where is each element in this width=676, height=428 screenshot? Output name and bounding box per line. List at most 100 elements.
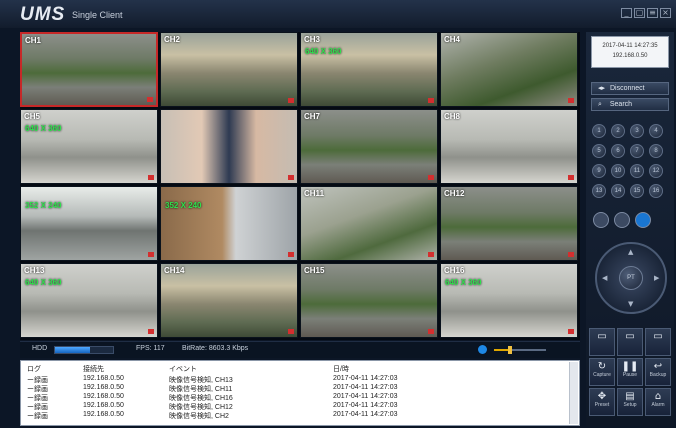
- camera-tile[interactable]: CH15: [300, 263, 438, 338]
- channel-3-button[interactable]: ▭: [645, 328, 671, 356]
- backup-icon: ↩: [653, 361, 663, 372]
- channel-1-button[interactable]: ▭: [589, 328, 615, 356]
- channel-button[interactable]: 1: [592, 124, 606, 138]
- layout-4-icon[interactable]: [593, 212, 609, 228]
- layout-9-icon[interactable]: [614, 212, 630, 228]
- channel-button[interactable]: 15: [630, 184, 644, 198]
- minimize-icon[interactable]: _: [621, 8, 632, 18]
- search-label: Search: [609, 101, 633, 108]
- camera-tile[interactable]: CH14: [160, 263, 298, 338]
- resolution-label: 640 X 360: [25, 124, 62, 133]
- log-cell-datetime: 2017-04-11 14:27:03: [333, 393, 398, 400]
- resolution-label: 352 X 240: [25, 201, 62, 210]
- camera-tile[interactable]: 352 X 240: [20, 186, 158, 261]
- camera-tile[interactable]: CH2: [160, 32, 298, 107]
- control-panel: 2017-04-11 14:27:35 192.168.0.50 ◂▸ Disc…: [586, 32, 674, 426]
- channel-button[interactable]: 11: [630, 164, 644, 178]
- backup-button[interactable]: ↩ Backup: [645, 358, 671, 386]
- pause-label: Pause: [622, 372, 638, 378]
- channel-label: CH12: [444, 189, 465, 198]
- setup-button[interactable]: ▤ Setup: [617, 388, 643, 416]
- resolution-label: 640 X 360: [445, 278, 482, 287]
- status-bar: HDD FPS: 117 BitRate: 8603.3 Kbps: [20, 341, 580, 358]
- record-indicator-icon: [568, 329, 574, 334]
- ptz-up-icon[interactable]: ▲: [628, 248, 633, 256]
- layout-16-icon[interactable]: [635, 212, 651, 228]
- channel-button[interactable]: 2: [611, 124, 625, 138]
- connection-info: 2017-04-11 14:27:35 192.168.0.50: [591, 36, 669, 68]
- speaker-icon[interactable]: [478, 345, 487, 354]
- search-button[interactable]: ⌕ Search: [591, 98, 669, 111]
- camera-tile[interactable]: CH3 640 X 360: [300, 32, 438, 107]
- channel-button[interactable]: 10: [611, 164, 625, 178]
- restore-icon[interactable]: ▢: [634, 8, 645, 18]
- channel-button[interactable]: 8: [649, 144, 663, 158]
- disconnect-icon: ◂▸: [598, 85, 606, 92]
- channel-button[interactable]: 16: [649, 184, 663, 198]
- ptz-right-icon[interactable]: ▶: [654, 274, 659, 282]
- volume-slider[interactable]: [494, 346, 546, 354]
- alarm-button[interactable]: ⌂ Alarm: [645, 388, 671, 416]
- camera-tile[interactable]: CH13 640 X 360: [20, 263, 158, 338]
- log-scrollbar[interactable]: [569, 362, 578, 424]
- close-icon[interactable]: ×: [660, 8, 671, 18]
- disconnect-label: Disconnect: [609, 85, 645, 92]
- camera-tile[interactable]: [160, 109, 298, 184]
- log-cell-host: 192.168.0.50: [83, 393, 124, 400]
- pause-button[interactable]: ❚❚ Pause: [617, 358, 643, 386]
- record-indicator-icon: [428, 175, 434, 180]
- channel-button[interactable]: 5: [592, 144, 606, 158]
- channel-label: CH5: [24, 112, 41, 121]
- channel-label: CH8: [444, 112, 461, 121]
- log-cell-datetime: 2017-04-11 14:27:03: [333, 411, 398, 418]
- setup-label: Setup: [623, 402, 637, 408]
- channel-1-icon: ▭: [597, 331, 607, 342]
- camera-tile[interactable]: CH16 640 X 360: [440, 263, 578, 338]
- resolution-label: 640 X 360: [25, 278, 62, 287]
- channel-button[interactable]: 6: [611, 144, 625, 158]
- record-indicator-icon: [568, 175, 574, 180]
- channel-label: CH11: [304, 189, 325, 198]
- log-cell-host: 192.168.0.50: [83, 402, 124, 409]
- channel-button[interactable]: 4: [649, 124, 663, 138]
- channel-button[interactable]: 9: [592, 164, 606, 178]
- resolution-label: 352 X 240: [165, 201, 202, 210]
- record-indicator-icon: [568, 98, 574, 103]
- channel-button[interactable]: 7: [630, 144, 644, 158]
- ptz-down-icon[interactable]: ▼: [628, 300, 633, 308]
- camera-tile[interactable]: CH5 640 X 360: [20, 109, 158, 184]
- camera-tile[interactable]: CH12: [440, 186, 578, 261]
- capture-button[interactable]: ↻ Capture: [589, 358, 615, 386]
- camera-tile[interactable]: CH1: [20, 32, 158, 107]
- log-header-event: イベント: [169, 366, 197, 373]
- record-indicator-icon: [288, 175, 294, 180]
- alarm-icon: ⌂: [654, 391, 662, 402]
- camera-tile[interactable]: CH7: [300, 109, 438, 184]
- channel-button[interactable]: 12: [649, 164, 663, 178]
- log-cell-datetime: 2017-04-11 14:27:03: [333, 384, 398, 391]
- channel-3-icon: ▭: [653, 331, 663, 342]
- ptz-joystick[interactable]: ▲ ▼ ◀ ▶ PT: [595, 242, 667, 314]
- channel-label: CH4: [444, 35, 461, 44]
- record-indicator-icon: [428, 329, 434, 334]
- fps-readout: FPS: 117: [136, 345, 165, 352]
- channel-label: CH13: [24, 266, 45, 275]
- channel-button[interactable]: 14: [611, 184, 625, 198]
- disconnect-button[interactable]: ◂▸ Disconnect: [591, 82, 669, 95]
- log-cell-host: 192.168.0.50: [83, 384, 124, 391]
- camera-grid: CH1 CH2 CH3 640 X 360 CH4 CH5 640 X 360 CH7 CH8 3…: [20, 32, 580, 340]
- camera-tile[interactable]: CH11: [300, 186, 438, 261]
- ptz-center-button[interactable]: PT: [619, 266, 643, 290]
- volume-slider-knob[interactable]: [507, 346, 512, 354]
- channel-button[interactable]: 3: [630, 124, 644, 138]
- ptz-left-icon[interactable]: ◀: [602, 274, 607, 282]
- backup-label: Backup: [649, 372, 667, 378]
- channel-2-button[interactable]: ▭: [617, 328, 643, 356]
- camera-tile[interactable]: 352 X 240: [160, 186, 298, 261]
- app-logo: UMS: [20, 4, 66, 25]
- camera-tile[interactable]: CH8: [440, 109, 578, 184]
- settings-icon[interactable]: ≡: [647, 8, 658, 18]
- preset-button[interactable]: ✥ Preset: [589, 388, 615, 416]
- channel-button[interactable]: 13: [592, 184, 606, 198]
- camera-tile[interactable]: CH4: [440, 32, 578, 107]
